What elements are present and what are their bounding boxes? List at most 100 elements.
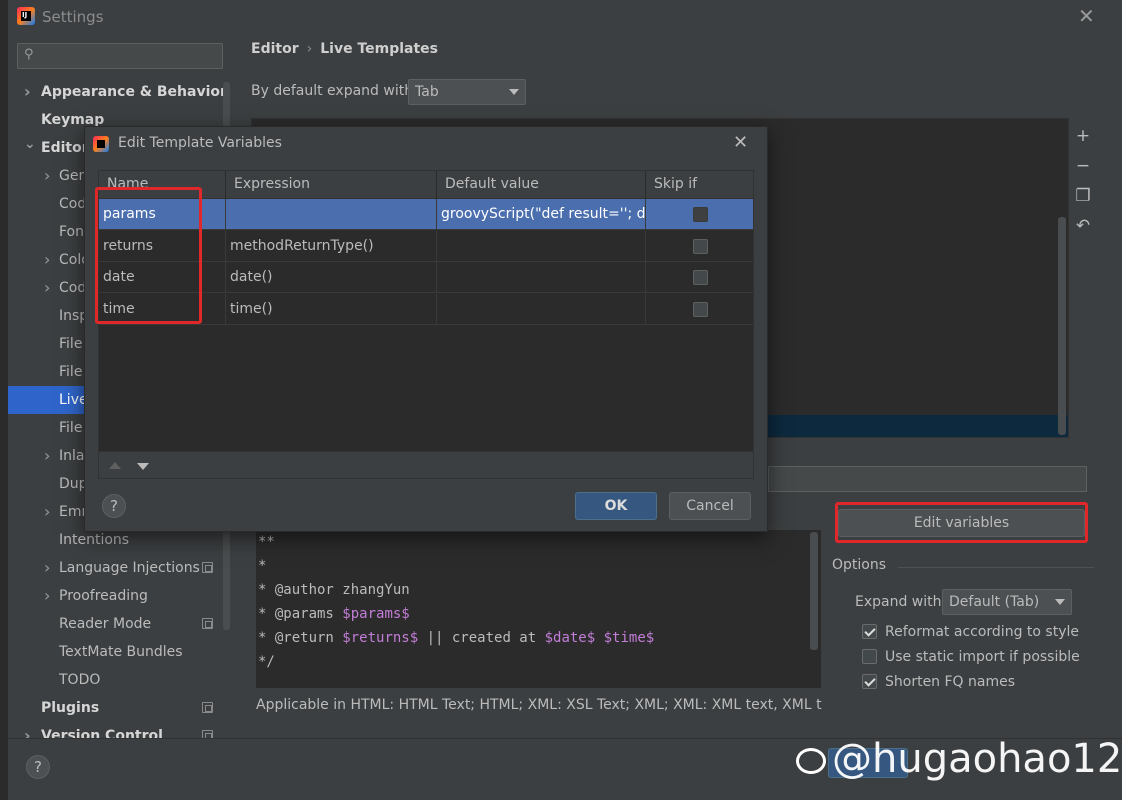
editor-line: * <box>258 554 266 578</box>
column-name[interactable]: Name <box>99 171 226 199</box>
breadcrumb-editor[interactable]: Editor <box>251 41 299 57</box>
move-down-icon[interactable] <box>137 463 149 470</box>
ok-button[interactable]: OK <box>575 492 657 520</box>
sidebar-item[interactable]: › Proofreading <box>8 582 232 610</box>
cell-name[interactable]: params <box>99 199 226 230</box>
intellij-logo-icon <box>93 136 109 152</box>
close-icon[interactable]: ✕ <box>1078 4 1095 28</box>
sidebar-item[interactable]: › Appearance & Behavior <box>8 78 232 106</box>
template-variable: $params$ <box>342 606 410 622</box>
sidebar-item[interactable]: Reader Mode <box>8 610 232 638</box>
table-row[interactable]: params groovyScript("def result=''; d... <box>99 199 753 230</box>
undo-icon[interactable]: ↶ <box>1072 216 1094 246</box>
template-text: */ <box>258 654 275 670</box>
templates-scrollbar[interactable] <box>1058 217 1066 435</box>
chevron-down-icon[interactable]: ⌄ <box>24 130 36 158</box>
skip-if-defined-checkbox[interactable] <box>693 207 708 222</box>
chevron-right-icon[interactable]: › <box>24 78 31 106</box>
cell-expression[interactable]: date() <box>226 262 437 293</box>
sidebar-item[interactable]: › Version Control <box>8 722 232 738</box>
checkbox[interactable] <box>862 649 877 664</box>
table-row[interactable]: time time() <box>99 293 753 325</box>
table-row[interactable]: returns methodReturnType() <box>99 230 753 262</box>
dialog-help-button[interactable]: ? <box>102 494 126 518</box>
background-editor-strip <box>0 0 8 800</box>
sidebar-item-label: Proofreading <box>59 588 148 604</box>
cell-name[interactable]: returns <box>99 230 226 262</box>
cell-default-value[interactable] <box>437 293 646 325</box>
watermark-text: @hugaohao123 <box>796 736 1122 782</box>
chevron-right-icon[interactable]: › <box>44 274 50 302</box>
editor-scrollbar[interactable] <box>810 532 818 650</box>
title-bar: IJ Settings ✕ <box>8 0 1122 34</box>
move-up-icon <box>109 462 121 469</box>
sidebar-item-label: Language Injections <box>59 560 200 576</box>
chevron-right-icon[interactable]: › <box>44 162 50 190</box>
cancel-button[interactable]: Cancel <box>669 492 751 520</box>
window-title: Settings <box>42 8 104 26</box>
sidebar-item-label: Plugins <box>41 700 100 716</box>
sidebar-item-label: Appearance & Behavior <box>41 84 227 100</box>
default-expand-dropdown[interactable]: Tab <box>408 79 526 105</box>
checkbox-label: Shorten FQ names <box>885 674 1016 690</box>
column-skip-if-defined[interactable]: Skip if defined <box>646 171 753 219</box>
skip-if-defined-checkbox[interactable] <box>693 238 708 254</box>
options-title: Options <box>832 557 887 573</box>
checkbox[interactable] <box>862 674 877 689</box>
chevron-right-icon[interactable]: › <box>44 582 50 610</box>
chevron-right-icon[interactable]: › <box>44 498 50 526</box>
template-variable: $time$ <box>603 630 655 646</box>
chevron-right-icon[interactable]: › <box>24 722 31 738</box>
help-button[interactable]: ? <box>26 755 50 779</box>
search-icon: ⚲ <box>24 47 34 62</box>
chevron-right-icon[interactable]: › <box>44 442 50 470</box>
project-level-icon <box>202 730 213 738</box>
sidebar-item[interactable]: Plugins <box>8 694 232 722</box>
dialog-title: Edit Template Variables <box>118 135 282 151</box>
editor-line: * @params $params$ <box>258 602 410 626</box>
watermark-handle: @hugaohao123 <box>832 736 1122 782</box>
template-variable: $returns$ <box>342 630 419 646</box>
add-icon[interactable]: + <box>1072 126 1094 156</box>
expand-with-dropdown[interactable]: Default (Tab) <box>942 589 1072 615</box>
skip-if-defined-checkbox[interactable] <box>693 270 708 285</box>
cell-expression[interactable] <box>226 199 437 230</box>
close-icon[interactable]: ✕ <box>733 132 748 153</box>
applicable-contexts[interactable]: Applicable in HTML: HTML Text; HTML; XML… <box>256 697 822 713</box>
template-text-editor[interactable]: ** * * @author zhangYun * @params $params$ *… <box>256 530 821 688</box>
editor-line: */ <box>258 650 275 674</box>
remove-icon[interactable]: − <box>1072 156 1094 186</box>
cell-name[interactable]: date <box>99 262 226 293</box>
cell-expression[interactable]: time() <box>226 293 437 325</box>
column-expression[interactable]: Expression <box>226 171 437 199</box>
selected-template-row[interactable] <box>752 415 1068 437</box>
cell-expression[interactable]: methodReturnType() <box>226 230 437 262</box>
sidebar-item-label: Editor <box>41 140 89 156</box>
copy-icon[interactable]: ❐ <box>1072 186 1094 216</box>
column-default-value[interactable]: Default value <box>437 171 646 199</box>
chevron-down-icon <box>1055 599 1065 605</box>
chevron-right-icon[interactable]: › <box>44 246 50 274</box>
edit-variables-button[interactable]: Edit variables <box>838 509 1085 537</box>
sidebar-item[interactable]: TODO <box>8 666 232 694</box>
template-text: * @params <box>258 606 343 622</box>
sidebar-item[interactable]: › Language Injections <box>8 554 232 582</box>
cell-name[interactable]: time <box>99 293 226 325</box>
sidebar-item-label: TODO <box>59 672 101 688</box>
default-expand-label: By default expand with <box>251 83 414 99</box>
description-field[interactable] <box>768 466 1087 492</box>
cell-default-value[interactable]: groovyScript("def result=''; d... <box>437 199 646 230</box>
editor-line: ** <box>258 530 275 554</box>
chevron-right-icon[interactable]: › <box>44 554 50 582</box>
expand-with-value: Default (Tab) <box>949 594 1040 610</box>
table-row[interactable]: date date() <box>99 262 753 293</box>
expand-with-label: Expand with <box>855 594 942 610</box>
cell-default-value[interactable] <box>437 230 646 262</box>
cell-default-value[interactable] <box>437 262 646 293</box>
checkbox[interactable] <box>862 624 877 639</box>
project-level-icon <box>202 702 213 713</box>
skip-if-defined-checkbox[interactable] <box>693 301 708 317</box>
sidebar-item[interactable]: TextMate Bundles <box>8 638 232 666</box>
settings-search-input[interactable]: ⚲ <box>17 43 223 69</box>
intellij-logo-icon: IJ <box>17 7 35 25</box>
